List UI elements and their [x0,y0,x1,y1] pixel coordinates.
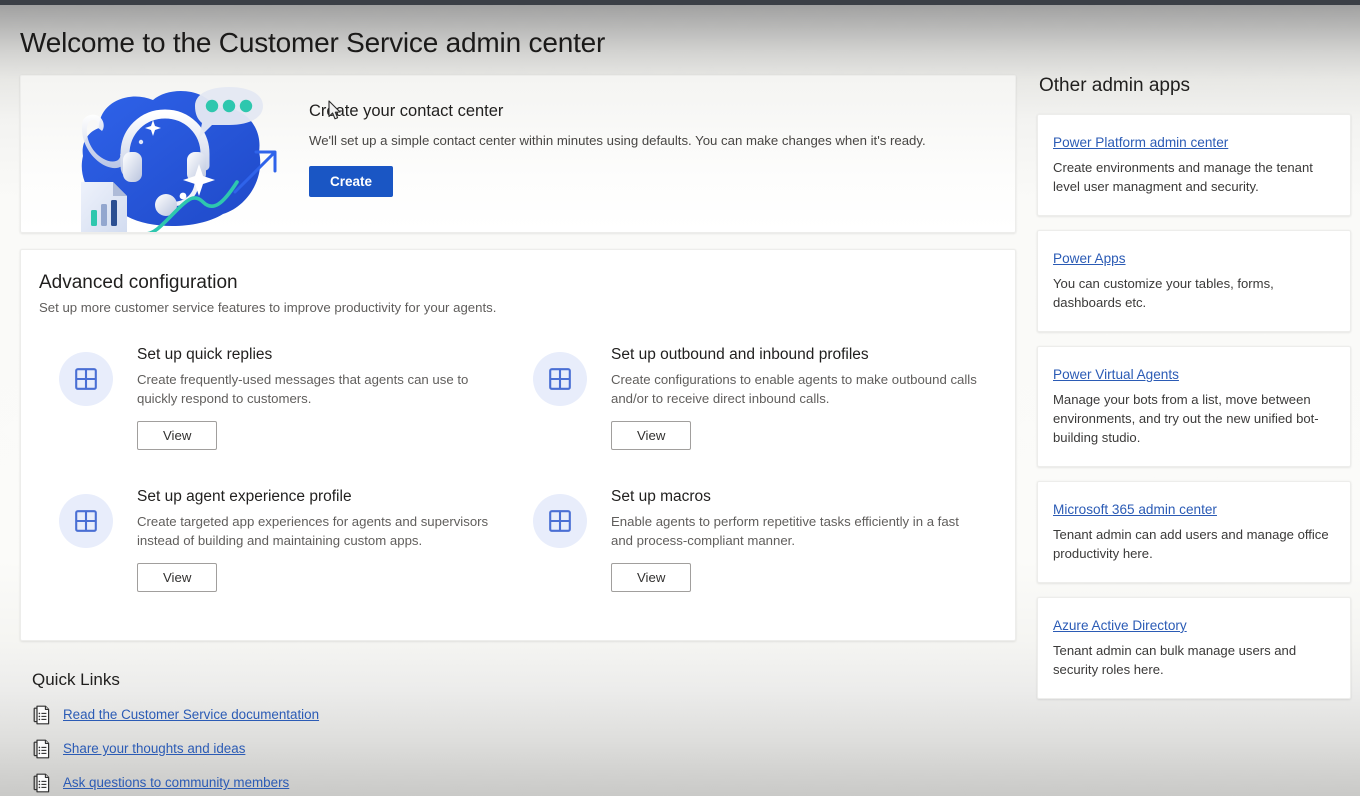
document-icon [32,739,50,759]
feature-item-quick-replies: Set up quick replies Create frequently-u… [39,341,513,483]
hero-text-block: Create your contact center We'll set up … [309,102,999,197]
admin-app-description: You can customize your tables, forms, da… [1053,275,1334,313]
grid-icon [533,352,587,406]
page-title: Welcome to the Customer Service admin ce… [20,27,605,59]
admin-app-card-power-platform: Power Platform admin center Create envir… [1037,114,1351,216]
other-admin-apps-column: Other admin apps Power Platform admin ce… [1037,75,1351,713]
feature-item-macros: Set up macros Enable agents to perform r… [513,483,987,625]
admin-app-link[interactable]: Power Platform admin center [1053,135,1228,150]
create-contact-center-card: Create your contact center We'll set up … [20,75,1016,233]
feature-item-agent-experience-profile: Set up agent experience profile Create t… [39,483,513,625]
document-icon [32,773,50,793]
document-icon [32,705,50,725]
admin-app-card-microsoft-365: Microsoft 365 admin center Tenant admin … [1037,481,1351,583]
feature-item-outbound-inbound-profiles: Set up outbound and inbound profiles Cre… [513,341,987,483]
feature-title: Set up agent experience profile [137,488,513,506]
feature-title: Set up macros [611,488,987,506]
quick-links-title: Quick Links [32,670,632,690]
feature-description: Create configurations to enable agents t… [611,370,983,409]
view-button-macros[interactable]: View [611,563,691,592]
contact-center-illustration [37,84,305,233]
quick-link-community-questions[interactable]: Ask questions to community members [32,772,632,793]
admin-app-description: Tenant admin can bulk manage users and s… [1053,642,1334,680]
quick-link-label[interactable]: Share your thoughts and ideas [63,741,245,756]
grid-icon [59,494,113,548]
quick-link-documentation[interactable]: Read the Customer Service documentation [32,704,632,725]
admin-app-card-azure-active-directory: Azure Active Directory Tenant admin can … [1037,597,1351,699]
grid-icon [59,352,113,406]
advanced-configuration-subtitle: Set up more customer service features to… [39,300,995,315]
feature-text: Set up agent experience profile Create t… [137,483,513,592]
feature-text: Set up outbound and inbound profiles Cre… [611,341,987,450]
quick-links-section: Quick Links Read the Customer Servi [32,670,632,796]
view-button-outbound-inbound-profiles[interactable]: View [611,421,691,450]
admin-center-page: Welcome to the Customer Service admin ce… [0,5,1360,796]
view-button-agent-experience-profile[interactable]: View [137,563,217,592]
feature-title: Set up outbound and inbound profiles [611,346,987,364]
advanced-configuration-title: Advanced configuration [39,272,995,294]
feature-grid: Set up quick replies Create frequently-u… [39,341,995,625]
feature-text: Set up macros Enable agents to perform r… [611,483,987,592]
admin-app-card-power-virtual-agents: Power Virtual Agents Manage your bots fr… [1037,346,1351,467]
admin-app-link[interactable]: Azure Active Directory [1053,618,1187,633]
feature-title: Set up quick replies [137,346,513,364]
quick-link-label[interactable]: Read the Customer Service documentation [63,707,319,722]
admin-app-description: Tenant admin can add users and manage of… [1053,526,1334,564]
create-button[interactable]: Create [309,166,393,197]
admin-app-link[interactable]: Power Apps [1053,251,1126,266]
quick-link-label[interactable]: Ask questions to community members [63,775,289,790]
main-content-column: Create your contact center We'll set up … [20,75,1016,641]
admin-app-link[interactable]: Power Virtual Agents [1053,367,1179,382]
feature-description: Create frequently-used messages that age… [137,370,509,409]
grid-icon [533,494,587,548]
admin-app-link[interactable]: Microsoft 365 admin center [1053,502,1217,517]
feature-text: Set up quick replies Create frequently-u… [137,341,513,450]
admin-app-description: Create environments and manage the tenan… [1053,159,1334,197]
admin-app-card-power-apps: Power Apps You can customize your tables… [1037,230,1351,332]
other-admin-apps-title: Other admin apps [1039,75,1351,97]
hero-title: Create your contact center [309,102,999,121]
feature-description: Create targeted app experiences for agen… [137,512,509,551]
hero-subtitle: We'll set up a simple contact center wit… [309,132,999,150]
admin-app-description: Manage your bots from a list, move betwe… [1053,391,1334,448]
view-button-quick-replies[interactable]: View [137,421,217,450]
advanced-configuration-card: Advanced configuration Set up more custo… [20,249,1016,641]
feature-description: Enable agents to perform repetitive task… [611,512,983,551]
quick-link-share-ideas[interactable]: Share your thoughts and ideas [32,738,632,759]
